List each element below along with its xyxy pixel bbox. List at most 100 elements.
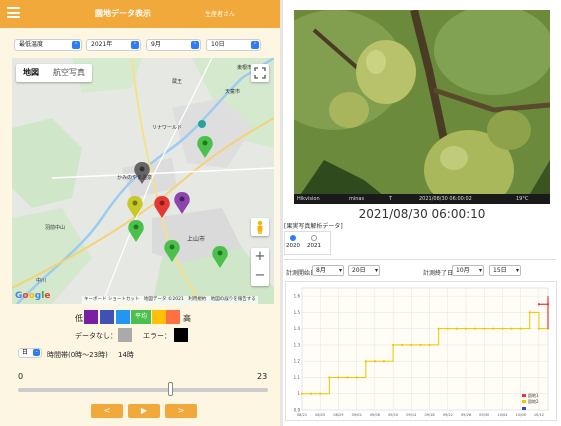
map-label: かみのやま温泉 bbox=[117, 175, 153, 181]
legend-entry: 園地2 bbox=[528, 398, 539, 404]
start-day-value: 20日 bbox=[352, 267, 366, 274]
start-month-select[interactable]: 8月 ▾ bbox=[312, 265, 344, 276]
legend-swatch-extra bbox=[522, 407, 526, 410]
data-point bbox=[346, 376, 349, 379]
tab-map[interactable]: 地図 bbox=[16, 64, 46, 82]
chevron-down-icon: ▾ bbox=[515, 267, 519, 274]
fruit-size-chart: 0.9 1 1.1 1.2 1.3 1.4 1.5 1.6 08/21 08/25 08/29 09/… bbox=[285, 281, 557, 421]
no-data-swatch bbox=[118, 328, 132, 342]
x-tick-label: 08/25 bbox=[315, 413, 325, 417]
data-point bbox=[501, 327, 504, 330]
hamburger-menu-icon[interactable] bbox=[7, 7, 20, 18]
month-select-value: 9月 bbox=[151, 41, 161, 48]
legend-swatch-blue2 bbox=[116, 310, 130, 324]
user-name: 生産者さん bbox=[205, 11, 236, 18]
map-label: 上山市 bbox=[187, 236, 206, 243]
legend-low-label: 低 bbox=[75, 314, 83, 323]
map-label: 中川 bbox=[36, 278, 47, 284]
next-button[interactable]: > bbox=[165, 404, 197, 418]
data-point bbox=[310, 392, 313, 395]
chevron-down-icon: ▾ bbox=[374, 267, 378, 274]
legend-swatch-orange bbox=[166, 310, 180, 324]
x-tick-label: 09/02 bbox=[352, 413, 362, 417]
year-selector: 2020 2021 bbox=[284, 231, 331, 255]
plot-area bbox=[301, 287, 549, 411]
camera-brand: Hikvision bbox=[297, 196, 320, 202]
map-label: 東根市 bbox=[237, 65, 253, 71]
radio-icon bbox=[311, 235, 317, 241]
hour-slider-thumb[interactable] bbox=[167, 382, 173, 396]
x-tick-label: 08/21 bbox=[297, 413, 307, 417]
day-select-value: 10日 bbox=[211, 41, 225, 48]
slider-min-label: 0 bbox=[18, 372, 24, 381]
legend-swatch-average: 平均 bbox=[131, 310, 151, 324]
top-bar: 園地データ表示 生産者さん bbox=[0, 0, 280, 28]
month-select[interactable]: 9月 ⌃ bbox=[146, 39, 201, 51]
chevron-down-icon: ⌃ bbox=[251, 41, 259, 49]
zoom-out-button[interactable]: − bbox=[251, 267, 269, 286]
map-attribution[interactable]: キーボード ショートカット 地図データ ©2021 利用規約 地図の誤りを報告す… bbox=[82, 296, 258, 304]
legend-swatch-yellow bbox=[152, 310, 166, 324]
chevron-down-icon: ⌃ bbox=[33, 349, 40, 356]
legend-swatch bbox=[522, 394, 526, 397]
zoom-control: + − bbox=[251, 248, 269, 286]
slider-max-label: 23 bbox=[257, 372, 268, 381]
end-date-label: 計測終了日: bbox=[423, 270, 456, 277]
data-point bbox=[319, 392, 322, 395]
data-point bbox=[437, 327, 440, 330]
prev-button[interactable]: < bbox=[91, 404, 123, 418]
metric-select[interactable]: 最低温度 ⌃ bbox=[14, 39, 82, 51]
camera-tag: T bbox=[389, 196, 393, 202]
y-tick-label: 1.4 bbox=[294, 326, 301, 331]
radio-icon bbox=[290, 235, 296, 241]
x-tick-label: 09/30 bbox=[479, 413, 489, 417]
x-tick-label: 09/06 bbox=[370, 413, 380, 417]
analysis-section-label: [果実写真解析データ] bbox=[284, 223, 343, 230]
data-point bbox=[410, 343, 413, 347]
fullscreen-button[interactable] bbox=[251, 64, 269, 82]
data-point bbox=[474, 327, 477, 330]
year-select[interactable]: 2021年 ⌃ bbox=[86, 39, 141, 51]
photo-timestamp: 2021/08/30 06:00:02 bbox=[419, 196, 472, 202]
chevron-down-icon: ⌃ bbox=[72, 41, 80, 49]
year-option-2020[interactable]: 2020 bbox=[286, 232, 301, 254]
end-day-select[interactable]: 15日 ▾ bbox=[489, 265, 521, 276]
y-tick-label: 0.9 bbox=[294, 408, 301, 413]
year-label: 2021 bbox=[307, 243, 321, 249]
start-day-select[interactable]: 20日 ▾ bbox=[348, 265, 380, 276]
photo-info-bar: Hikvision minas T 2021/08/30 06:00:02 19… bbox=[294, 194, 550, 204]
data-point bbox=[537, 303, 540, 306]
year-option-2021[interactable]: 2021 bbox=[307, 232, 322, 254]
legend-entry: 園地1 bbox=[528, 392, 539, 398]
year-label: 2020 bbox=[286, 243, 300, 249]
y-tick-label: 1.2 bbox=[294, 359, 301, 364]
orchard-map[interactable]: 東根市 天童市 蔵王 リナワールド かみのやま温泉 羽前中山 上山市 中川 地図… bbox=[12, 58, 274, 304]
zoom-in-button[interactable]: + bbox=[251, 248, 269, 267]
x-tick-label: 10/04 bbox=[497, 413, 508, 417]
time-unit-select[interactable]: 日 ⌃ bbox=[18, 348, 42, 358]
data-point bbox=[528, 311, 531, 314]
year-select-value: 2021年 bbox=[91, 41, 113, 48]
y-tick-label: 1.1 bbox=[294, 375, 301, 380]
day-select[interactable]: 10日 ⌃ bbox=[206, 39, 261, 51]
legend-swatch-purple bbox=[84, 310, 98, 324]
chevron-down-icon: ⌃ bbox=[131, 41, 139, 49]
data-point bbox=[419, 343, 422, 347]
panel-divider bbox=[280, 0, 283, 426]
x-tick-label: 09/10 bbox=[388, 413, 398, 417]
left-panel: 園地データ表示 生産者さん 最低温度 ⌃ 2021年 ⌃ 9月 ⌃ 10日 ⌃ bbox=[0, 0, 280, 426]
data-point bbox=[392, 343, 395, 347]
time-unit-value: 日 bbox=[22, 349, 29, 356]
error-swatch bbox=[174, 328, 188, 342]
x-tick-label: 09/26 bbox=[461, 413, 471, 417]
data-point bbox=[537, 327, 540, 330]
data-point bbox=[355, 376, 358, 379]
tab-satellite[interactable]: 航空写真 bbox=[46, 64, 92, 82]
end-month-select[interactable]: 10月 ▾ bbox=[452, 265, 484, 276]
street-view-button[interactable] bbox=[251, 218, 269, 236]
hour-slider-track[interactable] bbox=[18, 388, 268, 392]
place-marker-icon bbox=[198, 120, 206, 128]
play-button[interactable]: ▶ bbox=[128, 404, 160, 418]
map-label: 蔵王 bbox=[172, 79, 183, 85]
end-day-value: 15日 bbox=[493, 267, 507, 274]
